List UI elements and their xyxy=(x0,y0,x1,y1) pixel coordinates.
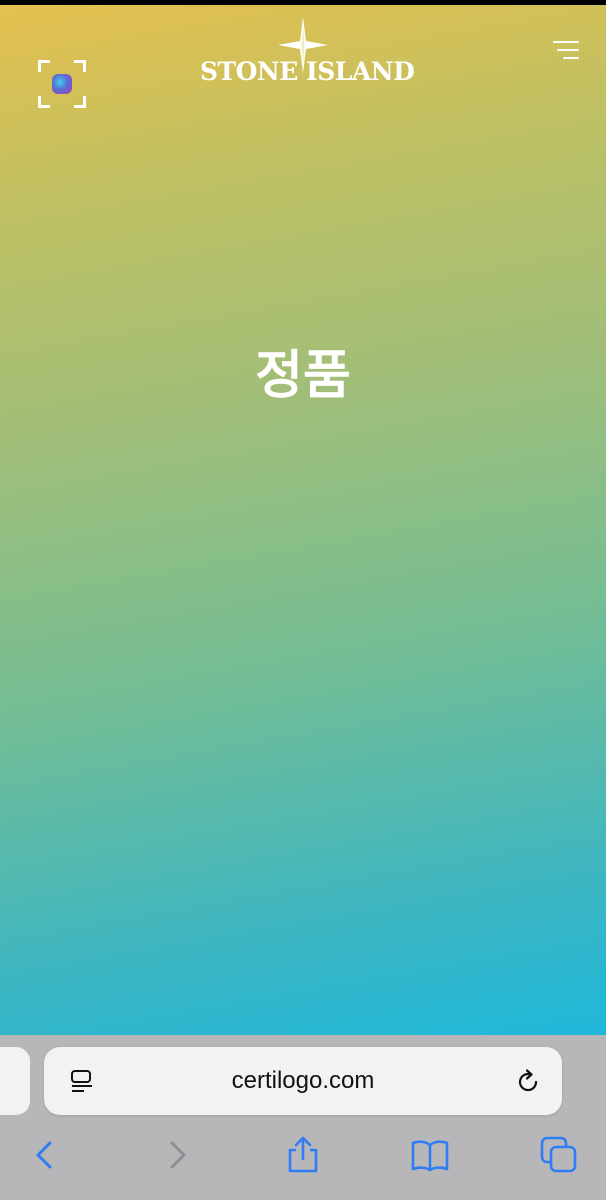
menu-button[interactable] xyxy=(548,38,582,66)
back-button[interactable] xyxy=(26,1135,66,1175)
scan-frame-corner xyxy=(38,60,50,72)
forward-button[interactable] xyxy=(156,1135,196,1175)
hamburger-menu-icon xyxy=(563,57,579,59)
forward-icon xyxy=(170,1141,186,1169)
scan-frame-corner xyxy=(74,96,86,108)
scan-frame-corner xyxy=(38,96,50,108)
share-button[interactable] xyxy=(283,1135,323,1175)
hamburger-menu-icon xyxy=(553,41,579,43)
browser-toolbar: certilogo.com xyxy=(0,1035,606,1200)
page-content: STONE ISLAND 정품 xyxy=(0,5,606,1035)
url-text: certilogo.com xyxy=(231,1067,375,1094)
back-icon xyxy=(36,1141,52,1169)
address-bar[interactable]: certilogo.com xyxy=(44,1047,562,1115)
bookmarks-button[interactable] xyxy=(410,1135,450,1175)
reload-icon[interactable] xyxy=(514,1068,542,1100)
scan-frame-icon xyxy=(52,74,72,94)
authenticity-headline: 정품 xyxy=(255,346,351,406)
hamburger-menu-icon xyxy=(557,49,579,51)
share-icon xyxy=(288,1136,318,1173)
brand-logo[interactable]: STONE ISLAND xyxy=(200,17,415,97)
bookmarks-icon xyxy=(411,1140,449,1172)
previous-tab-preview[interactable] xyxy=(0,1047,30,1115)
tabs-icon xyxy=(540,1136,577,1173)
scan-frame-corner xyxy=(74,60,86,72)
tabs-button[interactable] xyxy=(539,1135,579,1175)
scan-button[interactable] xyxy=(38,60,86,108)
logo-wordmark: STONE ISLAND xyxy=(200,57,415,86)
